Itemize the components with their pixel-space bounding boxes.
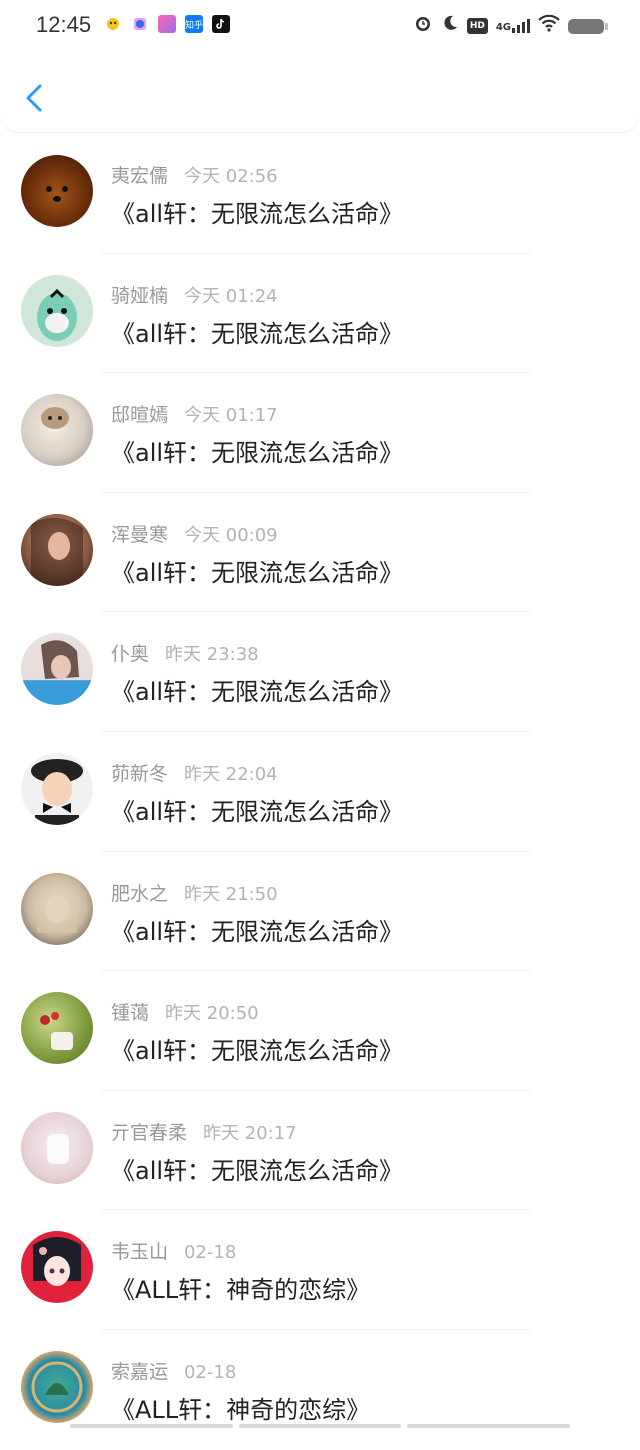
avatar[interactable]: [21, 513, 93, 586]
book-title[interactable]: 《all轩：无限流怎么活命》: [111, 314, 403, 349]
book-title[interactable]: 《all轩：无限流怎么活命》: [111, 792, 403, 827]
comment-list: 夷宏儒 今天 02:56 《all轩：无限流怎么活命》 骑娅楠 今天 01:24 《…: [0, 134, 640, 1450]
status-bar: 12:45 知乎 HD 4G: [0, 0, 640, 50]
status-time: 12:45: [36, 12, 92, 37]
nav-header: [0, 50, 640, 132]
comment-meta: 骑娅楠 今天 01:24: [111, 281, 278, 308]
comment-time: 昨天 20:50: [165, 1003, 259, 1025]
user-name: 韦玉山: [111, 1241, 169, 1264]
alarm-icon: [413, 13, 433, 39]
indicator-segment: [238, 1424, 402, 1428]
avatar[interactable]: [21, 1231, 93, 1304]
book-title[interactable]: 《ALL轩：神奇的恋综》: [111, 1390, 370, 1425]
list-item[interactable]: 韦玉山 02-18 《ALL轩：神奇的恋综》: [0, 1210, 640, 1330]
user-name: 亓官春柔: [111, 1121, 188, 1144]
book-title[interactable]: 《all轩：无限流怎么活命》: [111, 433, 403, 468]
user-name: 锺蔼: [111, 1002, 150, 1025]
list-item[interactable]: 锺蔼 昨天 20:50 《all轩：无限流怎么活命》: [0, 971, 640, 1091]
moon-icon: [441, 14, 459, 38]
avatar[interactable]: [21, 1350, 93, 1423]
back-button[interactable]: [20, 78, 50, 118]
list-item[interactable]: 肥水之 昨天 21:50 《all轩：无限流怎么活命》: [0, 852, 640, 972]
comment-meta: 索嘉运 02-18: [111, 1357, 236, 1384]
list-item[interactable]: 浑曼寒 今天 00:09 《all轩：无限流怎么活命》: [0, 493, 640, 613]
system-icons: HD 4G: [413, 13, 608, 39]
avatar[interactable]: [21, 1111, 93, 1184]
user-name: 仆奥: [111, 643, 150, 666]
list-item[interactable]: 仆奥 昨天 23:38 《all轩：无限流怎么活命》: [0, 612, 640, 732]
network-type-label: 4G: [495, 22, 511, 33]
list-item[interactable]: 亓官春柔 昨天 20:17 《all轩：无限流怎么活命》: [0, 1091, 640, 1211]
comment-time: 昨天 22:04: [184, 763, 278, 785]
user-name: 浑曼寒: [111, 523, 169, 546]
book-title[interactable]: 《all轩：无限流怎么活命》: [111, 553, 403, 588]
comment-time: 昨天 21:50: [184, 883, 278, 905]
comment-time: 昨天 23:38: [165, 644, 259, 666]
user-name: 茆新冬: [111, 762, 169, 785]
book-title[interactable]: 《all轩：无限流怎么活命》: [111, 912, 403, 947]
wifi-icon: [538, 14, 560, 38]
avatar[interactable]: [21, 633, 93, 706]
comment-meta: 浑曼寒 今天 00:09: [111, 520, 278, 547]
comment-meta: 邸暄嫣 今天 01:17: [111, 400, 278, 427]
comment-time: 昨天 20:17: [203, 1122, 297, 1144]
comment-meta: 锺蔼 昨天 20:50: [111, 998, 259, 1025]
user-name: 邸暄嫣: [111, 404, 169, 427]
baidu-icon: [104, 15, 122, 33]
notification-icons: 知乎: [104, 15, 230, 33]
avatar[interactable]: [21, 992, 93, 1065]
comment-time: 今天 02:56: [184, 166, 278, 187]
avatar[interactable]: [21, 394, 93, 467]
avatar[interactable]: [21, 274, 93, 347]
comment-meta: 仆奥 昨天 23:38: [111, 639, 259, 666]
bottom-scroll-indicator: [70, 1424, 571, 1428]
taobao-icon: [131, 15, 149, 33]
book-title[interactable]: 《all轩：无限流怎么活命》: [111, 194, 403, 229]
comment-meta: 韦玉山 02-18: [111, 1237, 236, 1264]
comment-meta: 茆新冬 昨天 22:04: [111, 759, 278, 786]
comment-time: 今天 00:09: [184, 524, 278, 546]
user-name: 骑娅楠: [111, 284, 169, 307]
list-item[interactable]: 夷宏儒 今天 02:56 《all轩：无限流怎么活命》: [0, 134, 640, 254]
tiktok-icon: [212, 15, 230, 33]
comment-time: 02-18: [184, 1361, 237, 1383]
comment-time: 02-18: [184, 1242, 237, 1264]
comment-meta: 肥水之 昨天 21:50: [111, 879, 278, 906]
indicator-segment: [70, 1424, 233, 1428]
avatar[interactable]: [21, 872, 93, 945]
indicator-segment: [407, 1424, 571, 1428]
chevron-left-icon: [26, 84, 42, 112]
book-title[interactable]: 《ALL轩：神奇的恋综》: [111, 1270, 370, 1305]
user-name: 肥水之: [111, 882, 169, 905]
book-title[interactable]: 《all轩：无限流怎么活命》: [111, 1151, 403, 1186]
signal-icon: 4G: [496, 19, 530, 33]
list-item[interactable]: 邸暄嫣 今天 01:17 《all轩：无限流怎么活命》: [0, 373, 640, 493]
hd-icon: HD: [466, 18, 488, 34]
user-name: 夷宏儒: [111, 165, 169, 187]
user-name: 索嘉运: [111, 1360, 169, 1383]
list-item[interactable]: 索嘉运 02-18 《ALL轩：神奇的恋综》: [0, 1330, 640, 1450]
avatar[interactable]: [21, 752, 93, 825]
list-item[interactable]: 茆新冬 昨天 22:04 《all轩：无限流怎么活命》: [0, 732, 640, 852]
battery-icon: [568, 18, 608, 34]
avatar[interactable]: [21, 155, 93, 227]
list-item[interactable]: 骑娅楠 今天 01:24 《all轩：无限流怎么活命》: [0, 254, 640, 374]
comment-time: 今天 01:17: [184, 405, 278, 427]
pinduoduo-icon: [158, 15, 176, 33]
comment-meta: 夷宏儒 今天 02:56: [111, 161, 278, 188]
comment-time: 今天 01:24: [184, 285, 278, 307]
zhihu-icon: 知乎: [185, 15, 203, 33]
book-title[interactable]: 《all轩：无限流怎么活命》: [111, 1031, 403, 1066]
comment-meta: 亓官春柔 昨天 20:17: [111, 1118, 297, 1145]
book-title[interactable]: 《all轩：无限流怎么活命》: [111, 672, 403, 707]
